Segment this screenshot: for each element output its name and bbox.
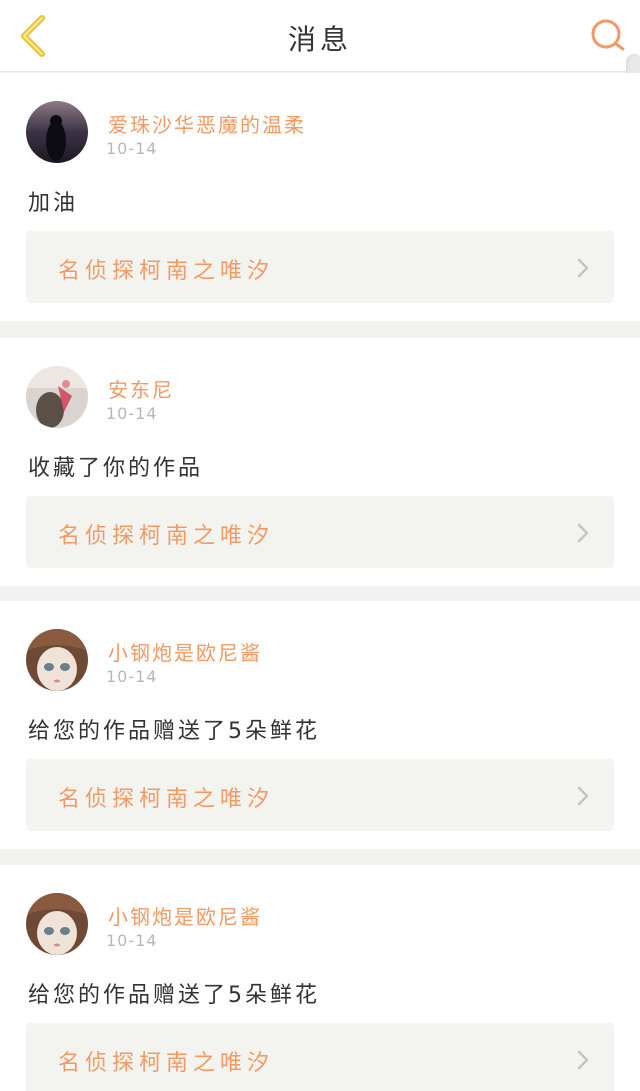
messages-screen: 消息 爱珠沙华恶魔的温柔 10-14 加油 名侦探柯南之唯汐 安东尼 10-14… bbox=[0, 0, 640, 1091]
message-text: 加油 bbox=[28, 191, 79, 216]
username[interactable]: 爱珠沙华恶魔的温柔 bbox=[108, 109, 306, 138]
work-title: 名侦探柯南之唯汐 bbox=[58, 787, 275, 812]
message-text: 给您的作品赠送了5朵鲜花 bbox=[28, 983, 320, 1008]
timestamp: 10-14 bbox=[106, 139, 158, 158]
message-card: 小钢炮是欧尼酱 10-14 给您的作品赠送了5朵鲜花 名侦探柯南之唯汐 bbox=[0, 865, 640, 1091]
message-card: 爱珠沙华恶魔的温柔 10-14 加油 名侦探柯南之唯汐 bbox=[0, 73, 640, 321]
avatar[interactable] bbox=[26, 366, 88, 428]
message-card: 小钢炮是欧尼酱 10-14 给您的作品赠送了5朵鲜花 名侦探柯南之唯汐 bbox=[0, 601, 640, 849]
top-bar: 消息 bbox=[0, 0, 640, 72]
dark-night-avatar-icon bbox=[26, 101, 88, 163]
work-title: 名侦探柯南之唯汐 bbox=[58, 524, 275, 549]
message-text: 收藏了你的作品 bbox=[28, 456, 204, 481]
search-icon bbox=[591, 19, 625, 51]
work-link-button[interactable]: 名侦探柯南之唯汐 bbox=[26, 231, 614, 303]
search-button[interactable] bbox=[588, 16, 628, 56]
chevron-right-icon bbox=[577, 1050, 589, 1070]
doll-face-avatar-icon bbox=[26, 629, 88, 691]
timestamp: 10-14 bbox=[106, 931, 158, 950]
timestamp: 10-14 bbox=[106, 667, 158, 686]
message-card: 安东尼 10-14 收藏了你的作品 名侦探柯南之唯汐 bbox=[0, 338, 640, 586]
avatar[interactable] bbox=[26, 893, 88, 955]
username[interactable]: 小钢炮是欧尼酱 bbox=[108, 901, 262, 930]
chevron-right-icon bbox=[577, 258, 589, 278]
chevron-right-icon bbox=[577, 523, 589, 543]
doll-face-avatar-icon bbox=[26, 893, 88, 955]
work-link-button[interactable]: 名侦探柯南之唯汐 bbox=[26, 1023, 614, 1091]
timestamp: 10-14 bbox=[106, 404, 158, 423]
avatar[interactable] bbox=[26, 629, 88, 691]
username[interactable]: 安东尼 bbox=[108, 374, 174, 403]
chevron-right-icon bbox=[577, 786, 589, 806]
work-link-button[interactable]: 名侦探柯南之唯汐 bbox=[26, 759, 614, 831]
page-title: 消息 bbox=[287, 23, 352, 56]
pink-scarf-avatar-icon bbox=[26, 366, 88, 428]
work-title: 名侦探柯南之唯汐 bbox=[58, 1051, 275, 1076]
message-text: 给您的作品赠送了5朵鲜花 bbox=[28, 719, 320, 744]
work-link-button[interactable]: 名侦探柯南之唯汐 bbox=[26, 496, 614, 568]
username[interactable]: 小钢炮是欧尼酱 bbox=[108, 637, 262, 666]
work-title: 名侦探柯南之唯汐 bbox=[58, 259, 275, 284]
avatar[interactable] bbox=[26, 101, 88, 163]
